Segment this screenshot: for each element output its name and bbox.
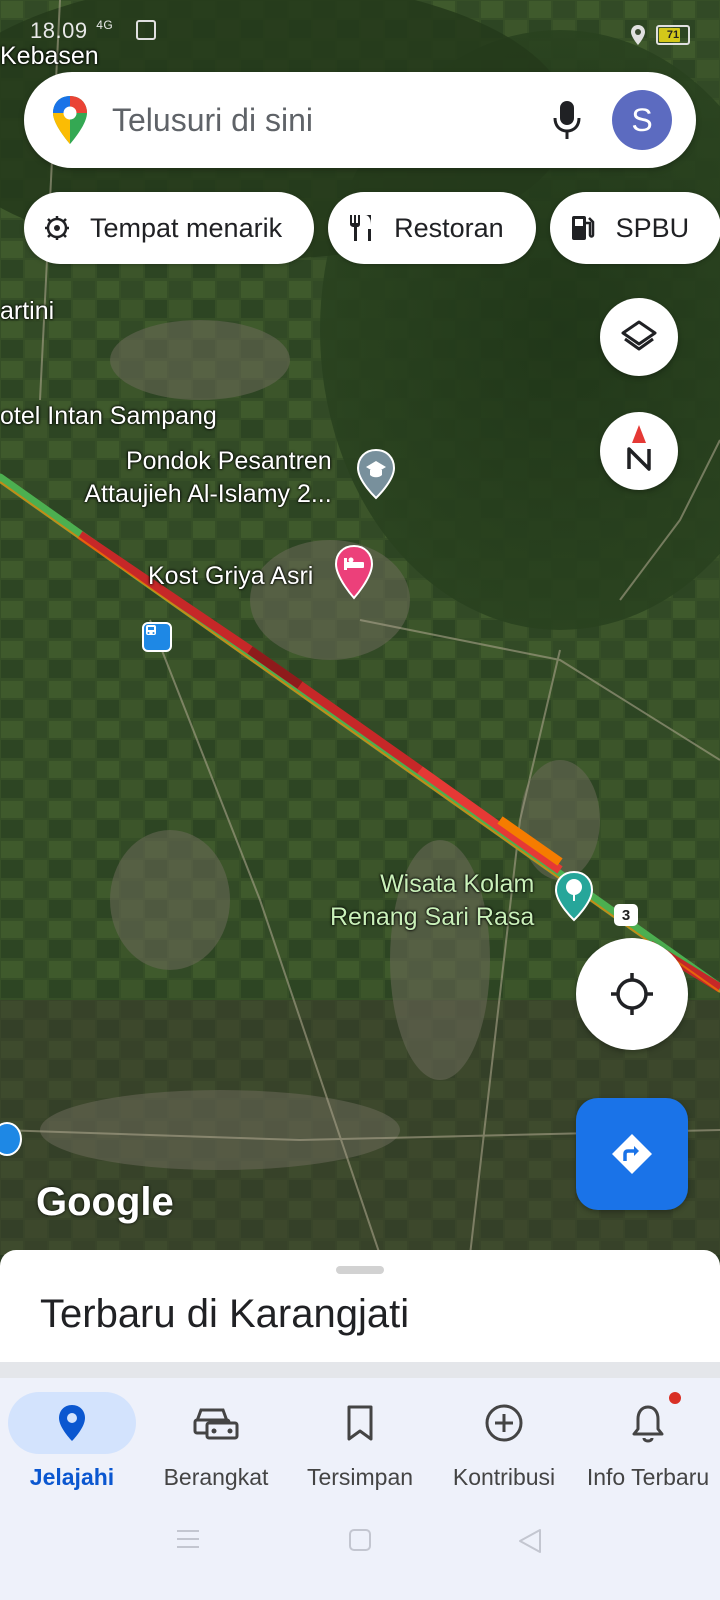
bell-icon	[584, 1392, 712, 1454]
attractions-icon	[42, 213, 72, 243]
signal-indicator: 4G	[96, 18, 114, 32]
compass-button[interactable]	[600, 412, 678, 490]
battery-level: 71	[666, 29, 680, 41]
add-circle-icon	[440, 1392, 568, 1454]
map-poi-wisata[interactable]: Wisata Kolam Renang Sari Rasa	[330, 868, 534, 934]
restaurant-icon	[346, 213, 376, 243]
chip-label: SPBU	[615, 212, 690, 243]
nav-item-commute[interactable]: Berangkat	[144, 1392, 288, 1491]
system-home-button[interactable]	[348, 1528, 372, 1557]
nav-label: Kontribusi	[452, 1464, 556, 1490]
chip-label: Restoran	[394, 212, 504, 243]
pondok-label-line1: Pondok Pesantren	[126, 447, 332, 475]
chip-label: Tempat menarik	[90, 212, 283, 243]
nav-item-explore[interactable]: Jelajahi	[0, 1392, 144, 1491]
menu-icon	[177, 1530, 199, 1548]
gas-station-icon	[568, 213, 598, 243]
map-label-artini: artini	[0, 297, 55, 325]
home-square-icon	[349, 1529, 371, 1551]
directions-icon	[612, 1134, 652, 1174]
maps-logo-icon	[53, 96, 87, 144]
map-view[interactable]: Kebasen artini otel Intan Sampang Pondok…	[0, 0, 720, 1255]
nav-label: Berangkat	[163, 1464, 269, 1490]
map-label-kost[interactable]: Kost Griya Asri	[148, 560, 313, 593]
search-bar[interactable]: Telusuri di sini S	[24, 72, 696, 168]
back-triangle-icon	[519, 1529, 541, 1553]
nav-label: Jelajahi	[29, 1464, 115, 1490]
nav-label: Info Terbaru	[586, 1464, 710, 1490]
category-chips: Tempat menarik Restoran SPBU	[24, 192, 720, 264]
directions-button[interactable]	[576, 1098, 688, 1210]
status-time: 18.09 4G	[30, 18, 156, 44]
chip-restaurants[interactable]: Restoran	[328, 192, 536, 264]
wisata-label-line1: Wisata Kolam	[380, 870, 535, 898]
route-shield: 3	[614, 904, 638, 926]
explore-pin-icon	[8, 1392, 136, 1454]
train-station-icon[interactable]	[142, 622, 172, 652]
sheet-drag-handle[interactable]	[336, 1266, 384, 1274]
system-back-button[interactable]	[518, 1528, 542, 1559]
map-poi-pondok[interactable]: Pondok Pesantren Attaujieh Al-Islamy 2..…	[78, 445, 332, 511]
layers-button[interactable]	[600, 298, 678, 376]
nav-label: Tersimpan	[306, 1464, 414, 1490]
map-label-hotel[interactable]: otel Intan Sampang	[0, 400, 217, 433]
divider	[0, 1362, 720, 1378]
avatar[interactable]: S	[612, 90, 672, 150]
nav-item-updates[interactable]: Info Terbaru	[576, 1392, 720, 1491]
crosshair-icon	[611, 973, 653, 1015]
chip-gas-station[interactable]: SPBU	[549, 192, 720, 264]
wisata-label-line2: Renang Sari Rasa	[330, 903, 535, 931]
layers-icon	[621, 320, 657, 351]
nav-item-contribute[interactable]: Kontribusi	[432, 1392, 576, 1491]
sheet-title: Terbaru di Karangjati	[40, 1292, 410, 1336]
notification-icon	[135, 20, 156, 40]
system-menu-button[interactable]	[176, 1528, 200, 1555]
google-watermark: Google	[36, 1180, 174, 1224]
chip-attractions[interactable]: Tempat menarik	[24, 192, 315, 264]
search-input[interactable]: Telusuri di sini	[112, 102, 552, 139]
bookmark-icon	[296, 1392, 424, 1454]
notification-badge	[669, 1392, 681, 1404]
pondok-label-line2: Attaujieh Al-Islamy 2...	[84, 480, 332, 508]
microphone-icon[interactable]	[552, 99, 582, 141]
my-location-button[interactable]	[576, 938, 688, 1050]
satellite-imagery	[0, 0, 720, 1255]
bottom-sheet[interactable]: Terbaru di Karangjati	[0, 1250, 720, 1362]
status-icons: 71	[630, 24, 690, 46]
battery-icon: 71	[656, 25, 690, 45]
bottom-nav: Jelajahi Berangkat Tersimpan Kontribusi …	[0, 1378, 720, 1600]
car-icon	[152, 1392, 280, 1454]
compass-icon	[627, 425, 651, 471]
nav-item-saved[interactable]: Tersimpan	[288, 1392, 432, 1491]
map-label-kebasen: Kebasen	[0, 42, 99, 70]
location-icon	[631, 25, 645, 45]
